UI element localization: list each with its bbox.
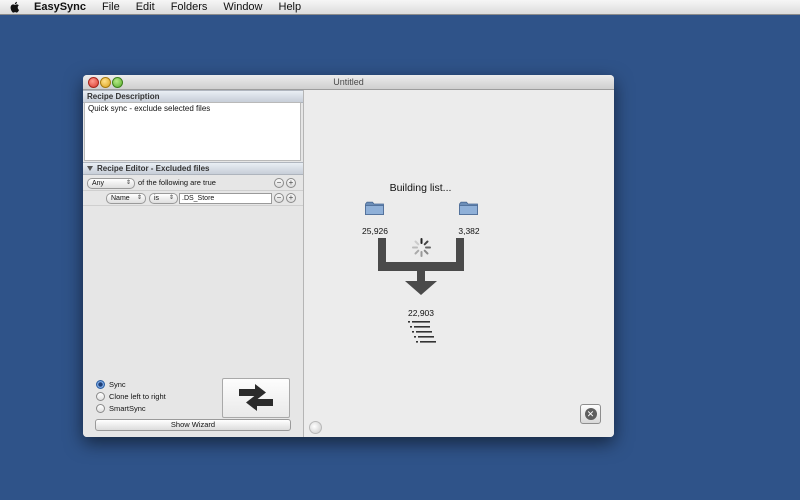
match-row: Any ⇕ of the following are true − + [83,176,303,191]
menu-folders[interactable]: Folders [163,0,216,14]
add-rule-button[interactable]: + [286,193,296,203]
rule-field-popup[interactable]: Name ⇕ [106,193,146,204]
rule-value-field[interactable]: .DS_Store [179,193,272,204]
title-bar[interactable]: Untitled [83,75,614,90]
match-suffix-label: of the following are true [138,178,216,187]
match-popup[interactable]: Any ⇕ [87,178,135,189]
apple-logo-icon[interactable] [0,0,30,14]
result-file-count: 22,903 [408,308,434,318]
popup-arrows-icon: ⇕ [136,195,142,201]
radio-smartsync[interactable] [96,404,105,413]
status-text: Building list... [389,182,452,194]
swap-direction-button[interactable] [222,378,290,418]
radio-clone[interactable] [96,392,105,401]
mode-option-clone[interactable]: Clone left to right [96,391,166,402]
easysync-window: Untitled Recipe Description Quick sync -… [83,75,614,437]
merge-arrow-icon [378,238,464,295]
show-wizard-button[interactable]: Show Wizard [95,419,291,431]
progress-pane: Building list... 25,926 3,382 22,903 ✕ [304,90,614,437]
match-popup-value: Any [92,180,105,187]
recipe-description-field[interactable]: Quick sync - exclude selected files [84,102,301,161]
mode-option-smartsync[interactable]: SmartSync [96,403,146,414]
mode-label: Sync [109,380,126,389]
list-icon [408,321,436,343]
recipe-editor-title: Recipe Editor - Excluded files [97,164,210,173]
popup-arrows-icon: ⇕ [168,195,174,201]
status-indicator-icon [309,421,322,434]
rule-row: Name ⇕ is ⇕ .DS_Store − + [83,191,303,206]
popup-arrows-icon: ⇕ [125,180,131,186]
cancel-button[interactable]: ✕ [580,404,601,424]
mode-label: Clone left to right [109,392,166,401]
right-folder-icon [459,201,478,215]
add-rule-button[interactable]: + [286,178,296,188]
menu-help[interactable]: Help [271,0,310,14]
recipe-editor-header[interactable]: Recipe Editor - Excluded files [83,162,303,175]
left-file-count: 25,926 [362,226,388,236]
rule-field-value: Name [111,195,130,202]
left-folder-icon [365,201,384,215]
recipe-pane: Recipe Description Quick sync - exclude … [83,90,304,437]
window-title: Untitled [333,77,364,87]
cancel-icon: ✕ [584,408,597,420]
mode-option-sync[interactable]: Sync [96,379,126,390]
menu-bar: EasySync File Edit Folders Window Help [0,0,800,15]
rule-operator-value: is [154,195,160,202]
menu-edit[interactable]: Edit [128,0,163,14]
right-file-count: 3,382 [458,226,480,236]
disclosure-triangle-icon[interactable] [87,166,93,171]
remove-rule-button[interactable]: − [274,178,284,188]
rule-operator-popup[interactable]: is ⇕ [149,193,178,204]
menu-app-name[interactable]: EasySync [30,0,94,14]
mode-label: SmartSync [109,404,146,413]
menu-window[interactable]: Window [215,0,270,14]
remove-rule-button[interactable]: − [274,193,284,203]
radio-sync[interactable] [96,380,105,389]
menu-file[interactable]: File [94,0,128,14]
swap-arrows-icon [239,384,273,411]
